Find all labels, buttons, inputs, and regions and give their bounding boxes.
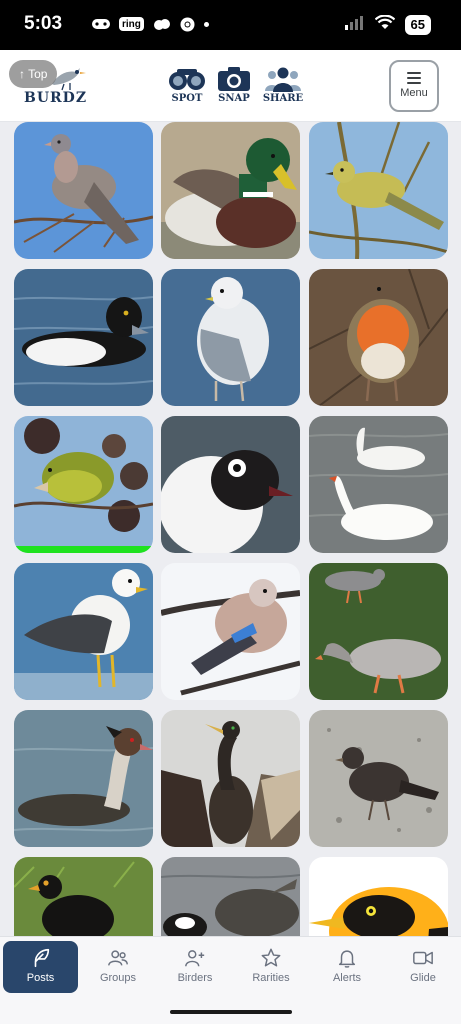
photo-tile-cormorant[interactable] [161,710,300,847]
share-button[interactable]: SHARE [261,66,305,104]
photo-tile-robin[interactable] [309,269,448,406]
photo-tile-tufted-duck[interactable] [14,269,153,406]
ring-icon: ring [119,17,144,31]
mallard-photo [161,122,300,259]
nav-posts[interactable]: Posts [3,941,78,993]
photo-tile-greylag-geese[interactable] [309,563,448,700]
photo-tile-warbler[interactable] [309,122,448,259]
black-headed-gull-photo [161,416,300,553]
status-time: 5:03 [24,13,63,34]
blackbird-female-photo [309,710,448,847]
star-icon [261,948,281,967]
photo-tile-canada-goose[interactable] [161,857,300,936]
nav-groups[interactable]: Groups [81,941,155,993]
feather-icon [34,948,49,968]
robin-photo [309,269,448,406]
jay-photo [161,563,300,700]
nav-rarities[interactable]: Rarities [234,941,308,993]
spot-button[interactable]: SPOT [165,66,209,104]
photo-grid [0,122,461,936]
nav-glide-label: Glide [410,972,436,984]
signal-icon [344,15,365,35]
scroll-to-top-button[interactable]: ↑ Top [9,60,58,88]
groups-icon [108,950,128,966]
share-label: SHARE [262,93,304,104]
nav-groups-label: Groups [99,972,137,984]
wifi-icon [374,14,395,35]
tufted-duck-photo [14,269,153,406]
lesser-black-backed-gull-photo [14,563,153,700]
wood-pigeon-photo [14,122,153,259]
photo-tile-mute-swans[interactable] [309,416,448,553]
photo-tile-jay[interactable] [161,563,300,700]
bottom-navigation: Posts Groups Birders Rarities Alerts Gli… [0,936,461,996]
photo-tile-mallard[interactable] [161,122,300,259]
app-header: BURDZ SPOT SNAP SHARE Menu [0,50,461,122]
nav-rarities-label: Rarities [252,972,290,984]
common-gull-photo [161,269,300,406]
canada-goose-photo [161,857,300,936]
battery-indicator: 65 [404,15,431,35]
snap-button[interactable]: SNAP [212,66,256,104]
home-indicator[interactable] [170,1010,292,1014]
mute-swans-photo [309,416,448,553]
highlight-bar [14,546,153,553]
nav-alerts[interactable]: Alerts [310,941,384,993]
system-icons: 65 [344,14,431,35]
video-icon [413,951,433,965]
nav-birders-label: Birders [177,972,213,984]
chrome-icon [180,16,195,32]
more-notifications-dot [203,21,209,27]
snap-label: SNAP [218,93,250,104]
bowerbird-photo [309,857,448,936]
notification-icons: ring [92,16,209,32]
photo-tile-common-gull[interactable] [161,269,300,406]
photo-tile-great-crested-grebe[interactable] [14,710,153,847]
blackbird-male-photo [14,857,153,936]
photo-tile-lesser-black-backed-gull[interactable] [14,563,153,700]
photo-tile-greenfinch[interactable] [14,416,153,553]
nav-alerts-label: Alerts [332,972,362,984]
nav-birders[interactable]: Birders [158,941,232,993]
photo-tile-black-headed-gull[interactable] [161,416,300,553]
warbler-photo [309,122,448,259]
cormorant-photo [161,710,300,847]
nav-glide[interactable]: Glide [386,941,460,993]
nav-posts-label: Posts [26,972,55,984]
photo-tile-blackbird-female[interactable] [309,710,448,847]
spot-label: SPOT [171,93,203,104]
photo-tile-wood-pigeon[interactable] [14,122,153,259]
camera-icon [218,67,250,91]
photo-tile-blackbird-male[interactable] [14,857,153,936]
home-area [0,996,461,1024]
photo-tile-bowerbird[interactable] [309,857,448,936]
gamepad-icon [92,16,110,32]
greylag-geese-photo [309,563,448,700]
great-crested-grebe-photo [14,710,153,847]
menu-label: Menu [400,87,428,99]
binoculars-icon [169,69,205,90]
people-icon [265,67,301,92]
hamburger-icon [407,72,421,84]
status-bar: 5:03 ring 65 [0,0,461,50]
brand-name: BURDZ [24,90,88,106]
greenfinch-photo [14,416,153,553]
add-person-icon [185,950,205,967]
cloud-icon [153,16,171,32]
bell-icon [338,950,356,968]
menu-button[interactable]: Menu [389,60,439,112]
